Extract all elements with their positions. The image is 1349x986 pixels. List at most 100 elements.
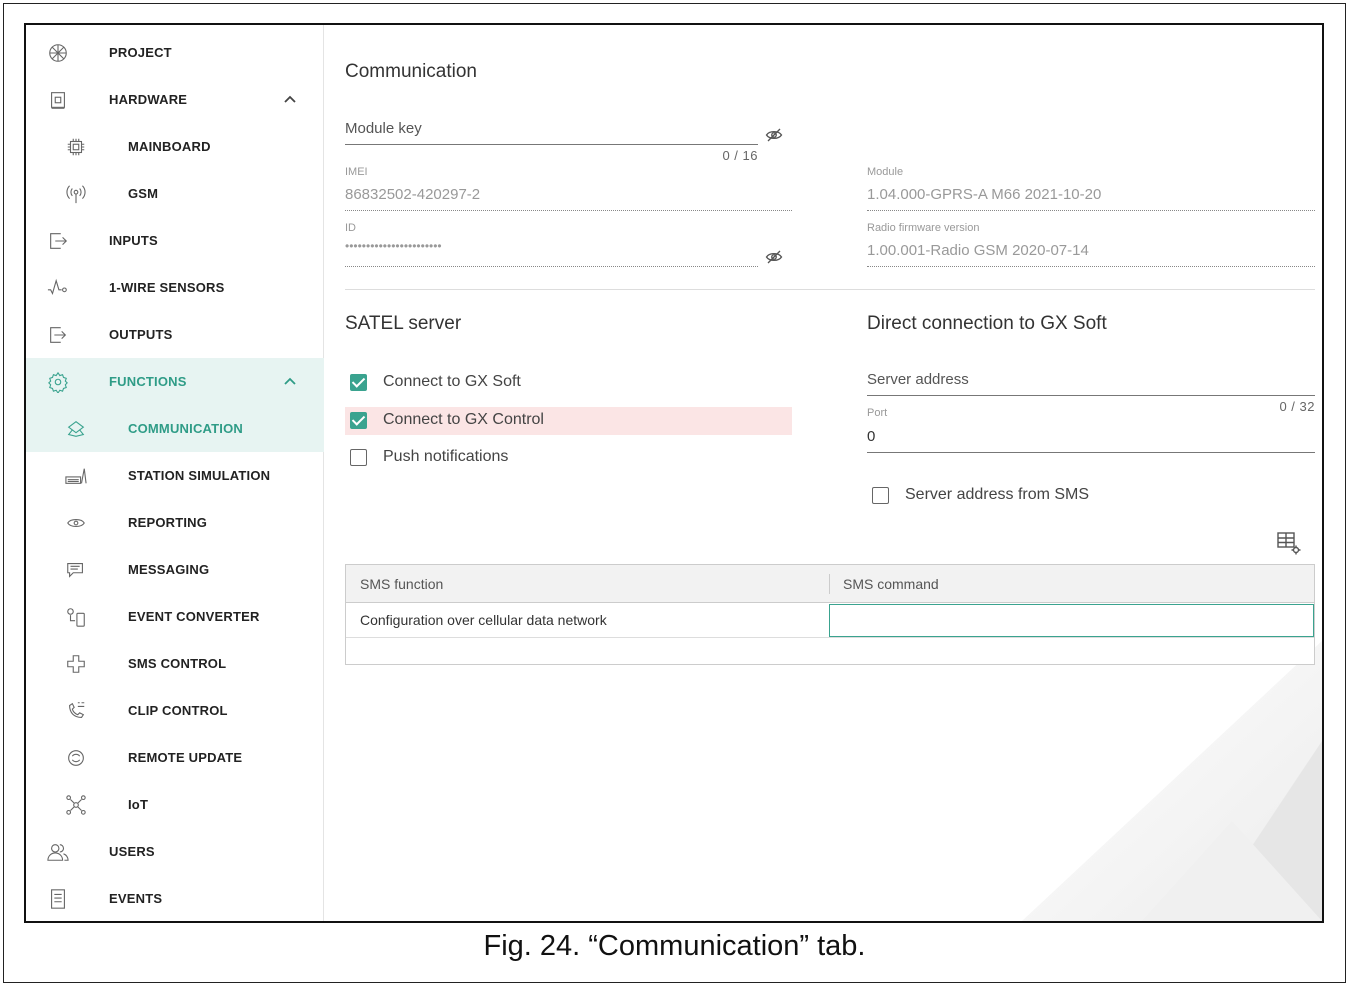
sidebar-item-label: EVENTS: [109, 891, 163, 906]
imei-value: 86832502-420297-2: [345, 186, 481, 203]
sidebar-item-iot[interactable]: IoT: [26, 781, 324, 828]
sidebar-item-label: REPORTING: [128, 515, 208, 530]
sidebar-item-gsm[interactable]: GSM: [26, 170, 324, 217]
station-icon: [64, 464, 88, 488]
imei-label: IMEI: [345, 166, 368, 178]
table-settings-icon[interactable]: [1276, 530, 1302, 556]
id-label: ID: [345, 222, 356, 234]
module-key-input[interactable]: [345, 144, 758, 145]
sidebar-item-remote-update[interactable]: REMOTE UPDATE: [26, 734, 324, 781]
sidebar-item-mainboard[interactable]: MAINBOARD: [26, 123, 324, 170]
app-window: PROJECT HARDWARE MAINBOARD GSM INPUTS 1-…: [24, 23, 1324, 923]
sidebar-item-1-wire-sensors[interactable]: 1-WIRE SENSORS: [26, 264, 324, 311]
sidebar-item-users[interactable]: USERS: [26, 828, 324, 875]
sidebar-item-project[interactable]: PROJECT: [26, 29, 324, 76]
table-cell-sms-function: Configuration over cellular data network: [360, 612, 607, 628]
push-notifications-label: Push notifications: [383, 448, 509, 465]
sidebar-item-hardware[interactable]: HARDWARE: [26, 76, 324, 123]
push-notifications-checkbox[interactable]: [350, 449, 367, 466]
radio-firmware-underline: [867, 266, 1315, 267]
events-icon: [46, 887, 70, 911]
sidebar-item-sms-control[interactable]: SMS CONTROL: [26, 640, 324, 687]
sidebar-item-event-converter[interactable]: EVENT CONVERTER: [26, 593, 324, 640]
satel-server-title: SATEL server: [345, 313, 462, 334]
connect-gx-soft-label: Connect to GX Soft: [383, 373, 521, 390]
module-key-counter: 0 / 16: [722, 148, 758, 163]
connect-gx-control-label: Connect to GX Control: [383, 411, 544, 428]
column-header-sms-function[interactable]: SMS function: [346, 565, 829, 603]
sidebar-item-label: 1-WIRE SENSORS: [109, 280, 225, 295]
sidebar-item-label: IoT: [128, 797, 149, 812]
antenna-icon: [64, 182, 88, 206]
sidebar-item-label: MESSAGING: [128, 562, 210, 577]
port-input[interactable]: 0: [867, 428, 875, 445]
port-label: Port: [867, 407, 888, 419]
divider: [345, 289, 1315, 290]
wire-sensor-icon: [46, 276, 70, 300]
sidebar-item-label: PROJECT: [109, 45, 172, 60]
column-header-sms-command[interactable]: SMS command: [829, 565, 1314, 603]
figure-caption: Fig. 24. “Communication” tab.: [483, 930, 866, 962]
sidebar-item-label: USERS: [109, 844, 155, 859]
eye-icon: [64, 511, 88, 535]
connect-gx-control-option[interactable]: Connect to GX Control: [345, 407, 792, 435]
sidebar-item-label: CLIP CONTROL: [128, 703, 228, 718]
sidebar-item-clip-control[interactable]: CLIP CONTROL: [26, 687, 324, 734]
sidebar-item-events[interactable]: EVENTS: [26, 875, 324, 921]
port-underline: [867, 452, 1315, 453]
eye-slash-icon[interactable]: [765, 248, 783, 266]
event-converter-icon: [64, 605, 88, 629]
sidebar-item-label: REMOTE UPDATE: [128, 750, 243, 765]
table-row-divider: [346, 637, 1314, 638]
connect-gx-control-checkbox[interactable]: [350, 412, 367, 429]
sidebar-item-label: INPUTS: [109, 233, 158, 248]
server-address-from-sms-checkbox[interactable]: [872, 487, 889, 504]
gear-icon: [46, 370, 70, 394]
sidebar-item-label: COMMUNICATION: [128, 421, 244, 436]
server-address-input[interactable]: [867, 395, 1315, 396]
hardware-icon: [46, 88, 70, 112]
module-value: 1.04.000-GPRS-A M66 2021-10-20: [867, 186, 1102, 203]
sidebar-item-inputs[interactable]: INPUTS: [26, 217, 324, 264]
main-panel: Communication Module key 0 / 16 IMEI 868…: [325, 25, 1322, 921]
connect-gx-soft-checkbox[interactable]: [350, 374, 367, 391]
sms-command-table: SMS function SMS command Configuration o…: [345, 564, 1315, 665]
sidebar-item-label: MAINBOARD: [128, 139, 211, 154]
radio-firmware-value: 1.00.001-Radio GSM 2020-07-14: [867, 242, 1089, 259]
sidebar-item-label: EVENT CONVERTER: [128, 609, 260, 624]
users-icon: [46, 840, 70, 864]
sidebar-item-outputs[interactable]: OUTPUTS: [26, 311, 324, 358]
project-icon: [46, 41, 70, 65]
sidebar-item-reporting[interactable]: REPORTING: [26, 499, 324, 546]
push-notifications-option[interactable]: Push notifications: [345, 444, 792, 472]
sidebar: PROJECT HARDWARE MAINBOARD GSM INPUTS 1-…: [26, 25, 324, 921]
clip-control-icon: [64, 699, 88, 723]
id-value: •••••••••••••••••••••••: [345, 239, 442, 253]
chevron-up-icon[interactable]: [282, 374, 298, 390]
page-title: Communication: [345, 61, 477, 82]
sidebar-item-messaging[interactable]: MESSAGING: [26, 546, 324, 593]
sidebar-item-communication[interactable]: COMMUNICATION: [26, 405, 324, 452]
connect-gx-soft-option[interactable]: Connect to GX Soft: [345, 369, 792, 397]
imei-underline: [345, 210, 792, 211]
radio-firmware-label: Radio firmware version: [867, 222, 980, 234]
chevron-up-icon[interactable]: [282, 92, 298, 108]
sidebar-item-functions[interactable]: FUNCTIONS: [26, 358, 324, 405]
message-icon: [64, 558, 88, 582]
server-address-label: Server address: [867, 371, 969, 388]
module-underline: [867, 210, 1315, 211]
output-icon: [46, 323, 70, 347]
sms-command-input[interactable]: [829, 604, 1314, 637]
chip-icon: [64, 135, 88, 159]
table-header: SMS function SMS command: [346, 565, 1314, 603]
sidebar-item-label: HARDWARE: [109, 92, 188, 107]
input-icon: [46, 229, 70, 253]
sidebar-item-label: GSM: [128, 186, 159, 201]
refresh-icon: [64, 746, 88, 770]
sidebar-item-label: STATION SIMULATION: [128, 468, 271, 483]
server-address-from-sms-option[interactable]: Server address from SMS: [867, 482, 1315, 510]
eye-slash-icon[interactable]: [765, 126, 783, 144]
sidebar-item-label: FUNCTIONS: [109, 374, 187, 389]
sidebar-item-station-simulation[interactable]: STATION SIMULATION: [26, 452, 324, 499]
id-underline: [345, 266, 758, 267]
